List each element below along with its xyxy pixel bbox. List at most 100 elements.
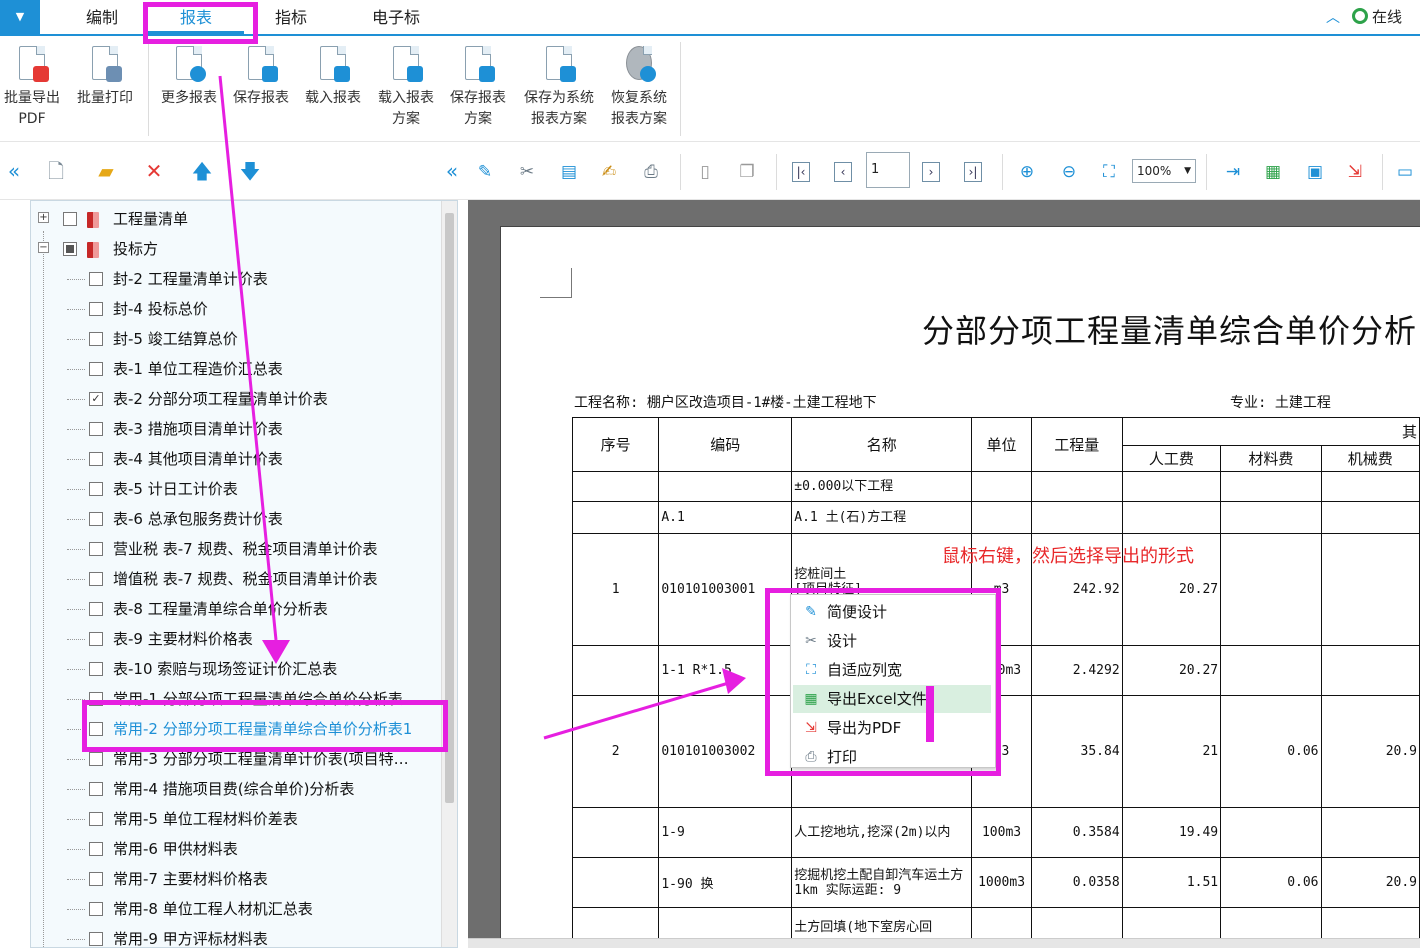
load-report-scheme-button[interactable]: 载入报表 方案	[372, 44, 440, 130]
item-checkbox[interactable]	[89, 752, 103, 766]
tree-item[interactable]: 营业税 表-7 规费、税金项目清单计价表	[31, 534, 441, 564]
tree-item[interactable]: 常用-7 主要材料价格表	[31, 864, 441, 894]
tree-item[interactable]: 封-4 投标总价	[31, 294, 441, 324]
design-icon[interactable]: ✂	[516, 161, 538, 183]
item-checkbox[interactable]	[89, 932, 103, 946]
collapse-ribbon-icon[interactable]: ︿	[1326, 7, 1340, 27]
tab-e-bid[interactable]: 电子标	[358, 0, 434, 34]
fit-page-icon[interactable]: ⛶	[1098, 161, 1120, 183]
expand-collapse-icon[interactable]: −	[38, 242, 49, 253]
item-checkbox[interactable]: ✓	[89, 392, 103, 406]
tree-item[interactable]: 表-8 工程量清单综合单价分析表	[31, 594, 441, 624]
single-page-icon[interactable]: ▯	[694, 161, 716, 183]
edit-icon[interactable]: ✎	[474, 161, 496, 183]
delete-icon[interactable]: ✕	[142, 160, 166, 182]
cell-name: ±0.000以下工程	[791, 471, 973, 502]
item-checkbox[interactable]	[89, 482, 103, 496]
word-icon[interactable]: ▣	[1304, 161, 1326, 183]
tree-item[interactable]: 表-3 措施项目清单计价表	[31, 414, 441, 444]
item-checkbox[interactable]	[89, 842, 103, 856]
tree-item[interactable]: 常用-9 甲方评标材料表	[31, 924, 441, 947]
tree-item[interactable]: 表-9 主要材料价格表	[31, 624, 441, 654]
item-checkbox[interactable]	[89, 422, 103, 436]
multi-page-icon[interactable]: ❐	[736, 161, 758, 183]
tree-item[interactable]: 表-5 计日工计价表	[31, 474, 441, 504]
item-checkbox[interactable]	[89, 782, 103, 796]
tree-item[interactable]: 封-2 工程量清单计价表	[31, 264, 441, 294]
preview-horizontal-scrollbar[interactable]	[468, 938, 1420, 948]
item-checkbox[interactable]	[89, 512, 103, 526]
tree-item[interactable]: 表-10 索赔与现场签证计价汇总表	[31, 654, 441, 684]
tree-item[interactable]: 增值税 表-7 规费、税金项目清单计价表	[31, 564, 441, 594]
ribbon-label: 更多报表	[161, 90, 217, 106]
online-icon	[1352, 8, 1368, 24]
zoom-out-icon[interactable]: ⊖	[1058, 161, 1080, 183]
item-checkbox[interactable]	[89, 662, 103, 676]
notes-icon[interactable]: ✍	[598, 161, 620, 183]
collapse-left-panel-icon[interactable]: «	[2, 160, 26, 182]
load-report-button[interactable]: 载入报表	[300, 44, 366, 109]
move-down-icon[interactable]: 🡇	[238, 160, 262, 182]
expand-collapse-icon[interactable]: +	[38, 212, 49, 223]
tree-item[interactable]: 表-1 单位工程造价汇总表	[31, 354, 441, 384]
next-page-icon[interactable]: ›	[922, 162, 940, 182]
item-checkbox[interactable]	[89, 362, 103, 376]
excel-icon[interactable]: ▦	[1262, 161, 1284, 183]
collapse-tree-icon[interactable]: «	[440, 160, 464, 182]
prev-page-icon[interactable]: ‹	[834, 162, 852, 182]
tree-root-node[interactable]: − 投标方	[31, 234, 441, 264]
tree-item[interactable]: 常用-8 单位工程人材机汇总表	[31, 894, 441, 924]
tree-item[interactable]: 常用-6 甲供材料表	[31, 834, 441, 864]
item-checkbox[interactable]	[89, 872, 103, 886]
save-report-button[interactable]: 保存报表	[228, 44, 294, 109]
online-service[interactable]: ︿ 在线	[1326, 6, 1420, 30]
ribbon-label: 保存报表	[233, 90, 289, 106]
batch-export-pdf-button[interactable]: 批量导出 PDF	[0, 44, 64, 130]
page-setup-icon[interactable]: ▤	[558, 161, 580, 183]
pdf-icon[interactable]: ⇲	[1344, 161, 1366, 183]
item-checkbox[interactable]	[89, 542, 103, 556]
item-checkbox[interactable]	[89, 272, 103, 286]
more-tools-icon[interactable]: ▭	[1394, 161, 1416, 183]
node-checkbox[interactable]	[63, 242, 77, 256]
batch-print-button[interactable]: 批量打印	[72, 44, 138, 109]
save-as-system-scheme-button[interactable]: 保存为系统 报表方案	[518, 44, 600, 130]
item-checkbox[interactable]	[89, 812, 103, 826]
item-checkbox[interactable]	[89, 902, 103, 916]
item-checkbox[interactable]	[89, 302, 103, 316]
save-report-scheme-button[interactable]: 保存报表 方案	[444, 44, 512, 130]
cell-code: A.1	[658, 501, 793, 534]
item-checkbox[interactable]	[89, 632, 103, 646]
new-folder-icon[interactable]: ▰	[94, 160, 118, 182]
export-icon[interactable]: ⇥	[1222, 161, 1244, 183]
more-reports-button[interactable]: 更多报表	[156, 44, 222, 109]
tab-index[interactable]: 指标	[262, 0, 320, 34]
tree-scrollbar[interactable]	[441, 201, 457, 947]
item-checkbox[interactable]	[89, 602, 103, 616]
tree-item[interactable]: 表-4 其他项目清单计价表	[31, 444, 441, 474]
page-number-input[interactable]: 1	[866, 152, 910, 188]
item-checkbox[interactable]	[89, 452, 103, 466]
item-checkbox[interactable]	[89, 572, 103, 586]
last-page-icon[interactable]: ›|	[964, 162, 982, 182]
tree-item[interactable]: 常用-4 措施项目费(综合单价)分析表	[31, 774, 441, 804]
node-checkbox[interactable]	[63, 212, 77, 226]
item-checkbox[interactable]	[89, 332, 103, 346]
tree-item[interactable]: 表-6 总承包服务费计价表	[31, 504, 441, 534]
tree-item[interactable]: 封-5 竣工结算总价	[31, 324, 441, 354]
print-icon[interactable]: ⎙	[640, 161, 662, 183]
tree-item[interactable]: ✓ 表-2 分部分项工程量清单计价表	[31, 384, 441, 414]
zoom-in-icon[interactable]: ⊕	[1016, 161, 1038, 183]
first-page-icon[interactable]: |‹	[792, 162, 810, 182]
restore-system-scheme-button[interactable]: 恢复系统 报表方案	[604, 44, 674, 130]
header-qty: 工程量	[1030, 417, 1123, 472]
cell-code: 1-9	[658, 807, 793, 858]
new-report-icon[interactable]: 🗋	[44, 160, 68, 182]
tree-item[interactable]: 常用-5 单位工程材料价差表	[31, 804, 441, 834]
tree-root-node[interactable]: + 工程量清单	[31, 204, 441, 234]
tab-edit[interactable]: 编制	[70, 0, 134, 34]
zoom-select[interactable]: 100% ▼	[1132, 159, 1196, 183]
move-up-icon[interactable]: 🡅	[190, 160, 214, 182]
app-menu-dropdown[interactable]: ▼	[0, 0, 40, 34]
tree-node-label: 投标方	[113, 240, 159, 258]
